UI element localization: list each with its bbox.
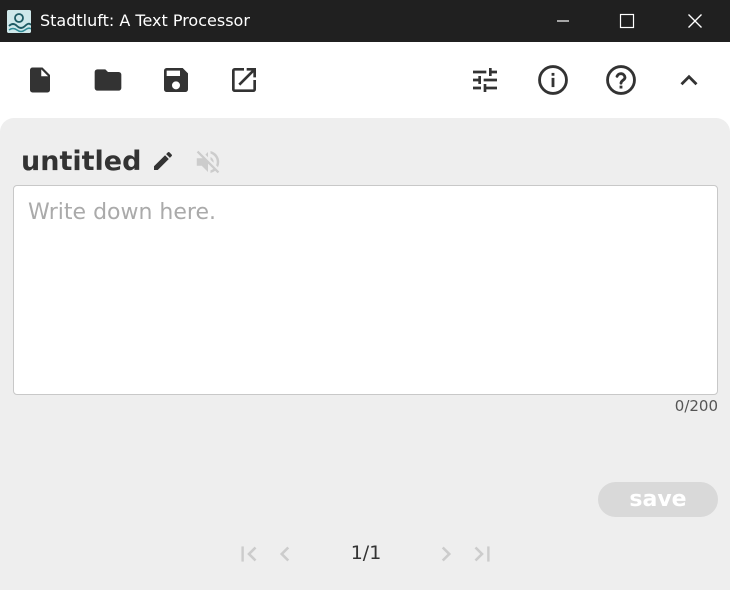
minimize-icon [557,20,569,22]
export-button[interactable] [226,62,262,98]
first-page-button[interactable] [236,541,262,567]
maximize-button[interactable] [604,0,650,42]
info-icon [538,65,568,95]
open-folder-icon [94,69,122,91]
info-button[interactable] [535,62,571,98]
maximize-icon [619,13,635,29]
pencil-icon [154,151,173,170]
collapse-chevron-icon [680,74,698,86]
page-indicator: 1/1 [350,542,382,564]
help-button[interactable] [603,62,639,98]
chevron-left-icon [279,546,290,562]
settings-tune-icon [473,68,497,92]
volume-off-icon [196,150,220,174]
last-page-button[interactable] [469,541,495,567]
character-counter: 0/200 [675,397,718,415]
collapse-toolbar-button[interactable] [671,62,707,98]
first-page-icon [241,546,257,562]
document-title: untitled [21,146,142,177]
chevron-right-icon [441,546,452,562]
window-title: Stadtluft: A Text Processor [40,11,250,30]
char-count-current: 0 [674,397,685,415]
toolbar [0,42,730,118]
pagination: 1/1 [0,536,730,570]
close-button[interactable] [672,0,718,42]
save-file-button[interactable] [158,62,194,98]
text-editor[interactable] [13,185,718,395]
app-logo-icon [7,10,31,33]
next-page-button[interactable] [433,541,459,567]
document-panel: untitled 0/200 save 1/1 [0,118,730,590]
last-page-icon [474,546,490,562]
close-icon [688,14,702,28]
help-icon [606,65,636,95]
save-button[interactable]: save [598,482,718,517]
new-file-icon [30,67,50,93]
new-file-button[interactable] [22,62,58,98]
speech-toggle-button[interactable] [193,147,223,177]
minimize-button[interactable] [540,0,586,42]
settings-button[interactable] [467,62,503,98]
save-icon [164,68,188,92]
open-folder-button[interactable] [90,62,126,98]
previous-page-button[interactable] [272,541,298,567]
open-in-new-icon [232,68,256,92]
title-bar: Stadtluft: A Text Processor [0,0,730,42]
rename-button[interactable] [151,149,175,173]
char-count-max: /200 [684,397,718,415]
